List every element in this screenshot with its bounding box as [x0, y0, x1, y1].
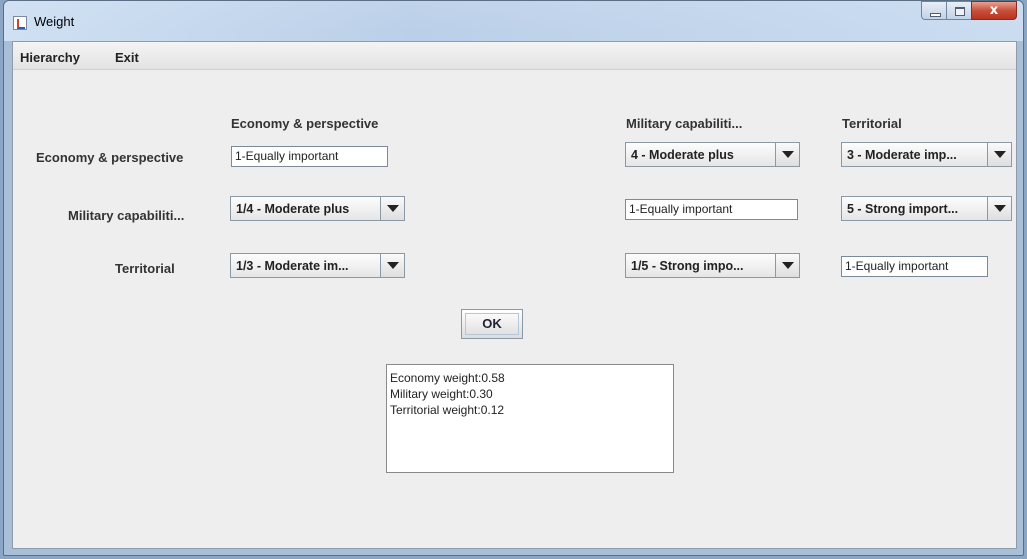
- military-vs-territorial-combo[interactable]: 5 - Strong import...: [841, 196, 1012, 221]
- column-header-military: Military capabiliti...: [626, 116, 743, 131]
- window-title: Weight: [34, 14, 75, 29]
- weight-window: Weight x Hierarchy Exit Economy & perspe…: [3, 0, 1024, 556]
- result-line-military: Military weight:0.30: [390, 387, 493, 401]
- result-text-area[interactable]: Economy weight:0.58 Military weight:0.30…: [386, 364, 674, 473]
- economy-vs-economy-field[interactable]: 1-Equally important: [231, 146, 388, 167]
- title-bar[interactable]: Weight x: [4, 1, 1023, 41]
- row-label-economy: Economy & perspective: [36, 150, 184, 165]
- combo-value: 4 - Moderate plus: [631, 148, 734, 162]
- close-icon: x: [989, 3, 999, 18]
- row-label-territorial: Territorial: [115, 261, 175, 276]
- dropdown-arrow-icon[interactable]: [987, 197, 1011, 220]
- dropdown-arrow-icon[interactable]: [380, 254, 404, 277]
- military-vs-economy-combo[interactable]: 1/4 - Moderate plus: [230, 196, 405, 221]
- economy-vs-military-combo[interactable]: 4 - Moderate plus: [625, 142, 800, 167]
- ok-button[interactable]: OK: [461, 309, 523, 339]
- result-line-economy: Economy weight:0.58: [390, 371, 505, 385]
- combo-value: 3 - Moderate imp...: [847, 148, 957, 162]
- close-button[interactable]: x: [971, 1, 1017, 20]
- java-app-icon: [13, 16, 27, 30]
- military-vs-military-field[interactable]: 1-Equally important: [625, 199, 798, 220]
- dropdown-arrow-icon[interactable]: [987, 143, 1011, 166]
- dropdown-arrow-icon[interactable]: [775, 143, 799, 166]
- column-header-economy: Economy & perspective: [231, 116, 379, 131]
- ok-button-label: OK: [482, 316, 502, 331]
- menu-bar: Hierarchy Exit: [13, 42, 1016, 70]
- content-pane: Hierarchy Exit Economy & perspective Mil…: [12, 41, 1017, 549]
- dropdown-arrow-icon[interactable]: [775, 254, 799, 277]
- maximize-button[interactable]: [946, 1, 972, 20]
- dropdown-arrow-icon[interactable]: [380, 197, 404, 220]
- territorial-vs-economy-combo[interactable]: 1/3 - Moderate im...: [230, 253, 405, 278]
- column-header-territorial: Territorial: [842, 116, 902, 131]
- minimize-button[interactable]: [921, 1, 947, 20]
- row-label-military: Military capabiliti...: [68, 208, 185, 223]
- minimize-icon: [930, 13, 941, 17]
- menu-hierarchy[interactable]: Hierarchy: [20, 50, 80, 65]
- maximize-icon: [955, 7, 965, 16]
- combo-value: 1/3 - Moderate im...: [236, 259, 349, 273]
- territorial-vs-territorial-field[interactable]: 1-Equally important: [841, 256, 988, 277]
- caption-buttons: x: [921, 1, 1017, 20]
- economy-vs-territorial-combo[interactable]: 3 - Moderate imp...: [841, 142, 1012, 167]
- result-line-territorial: Territorial weight:0.12: [390, 403, 505, 417]
- territorial-vs-military-combo[interactable]: 1/5 - Strong impo...: [625, 253, 800, 278]
- combo-value: 5 - Strong import...: [847, 202, 959, 216]
- menu-exit[interactable]: Exit: [115, 50, 139, 65]
- combo-value: 1/4 - Moderate plus: [236, 202, 350, 216]
- combo-value: 1/5 - Strong impo...: [631, 259, 744, 273]
